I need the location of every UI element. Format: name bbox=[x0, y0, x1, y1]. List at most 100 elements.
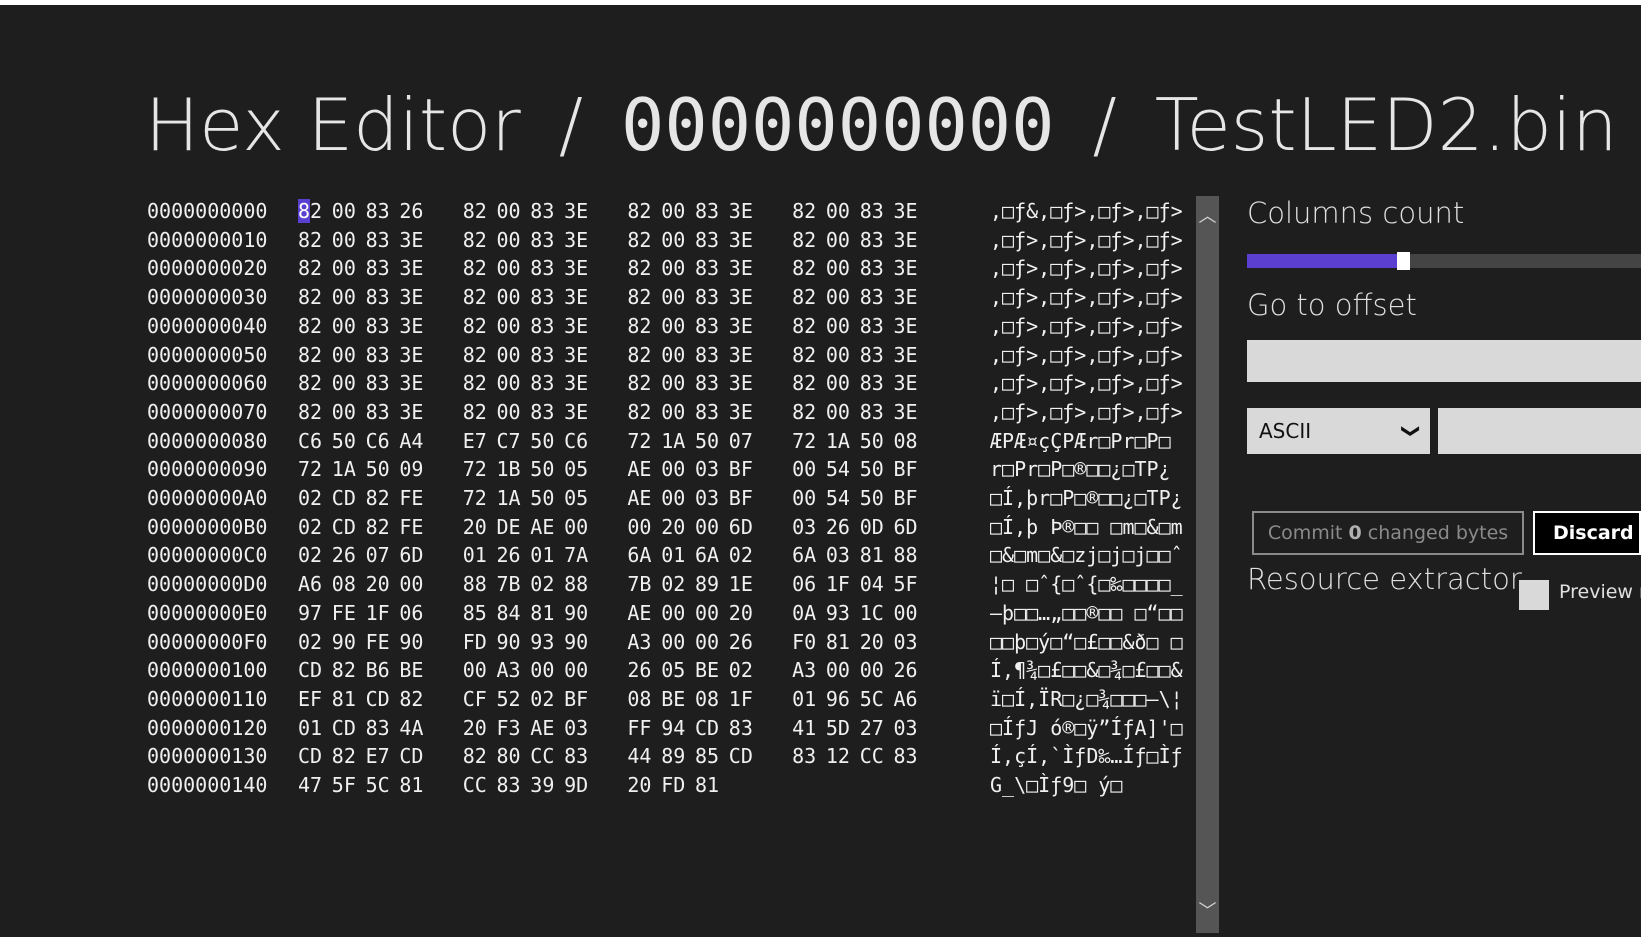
hex-byte[interactable]: 05 bbox=[564, 483, 590, 513]
discard-button[interactable]: Discard bbox=[1533, 511, 1641, 555]
hex-byte[interactable]: 84 bbox=[497, 598, 523, 628]
hex-byte[interactable]: 82 bbox=[792, 368, 818, 398]
hex-byte[interactable]: 89 bbox=[695, 569, 721, 599]
hex-byte[interactable]: 08 bbox=[332, 569, 358, 599]
hex-byte[interactable]: CF bbox=[463, 684, 489, 714]
hex-byte[interactable]: 3E bbox=[729, 368, 755, 398]
hex-byte[interactable]: 83 bbox=[530, 253, 556, 283]
hex-byte[interactable]: 05 bbox=[564, 454, 590, 484]
hex-byte[interactable]: 3E bbox=[894, 311, 920, 341]
hex-byte[interactable]: 50 bbox=[530, 426, 556, 456]
hex-byte[interactable]: 20 bbox=[366, 569, 392, 599]
hex-byte[interactable]: 01 bbox=[530, 540, 556, 570]
hex-byte[interactable]: 83 bbox=[366, 253, 392, 283]
row-ascii[interactable]: ,□ƒ>,□ƒ>,□ƒ>,□ƒ> bbox=[990, 225, 1200, 255]
hex-byte[interactable]: 03 bbox=[695, 454, 721, 484]
hex-byte[interactable]: 01 bbox=[661, 540, 687, 570]
hex-byte[interactable]: 00 bbox=[860, 655, 886, 685]
hex-byte[interactable]: 02 bbox=[298, 540, 324, 570]
hex-byte[interactable]: 83 bbox=[792, 741, 818, 771]
hex-byte[interactable]: 6A bbox=[792, 540, 818, 570]
hex-byte[interactable]: 83 bbox=[695, 368, 721, 398]
hex-byte[interactable]: 85 bbox=[463, 598, 489, 628]
hex-byte[interactable]: 83 bbox=[729, 713, 755, 743]
hex-byte[interactable]: 90 bbox=[399, 627, 425, 657]
hex-byte[interactable]: 82 bbox=[298, 397, 324, 427]
hex-byte[interactable]: A6 bbox=[894, 684, 920, 714]
hex-byte[interactable]: 82 bbox=[298, 196, 324, 226]
hex-byte[interactable]: 83 bbox=[366, 713, 392, 743]
hex-byte[interactable]: FE bbox=[399, 483, 425, 513]
hex-byte[interactable]: BF bbox=[894, 454, 920, 484]
hex-byte[interactable]: 00 bbox=[399, 569, 425, 599]
hex-byte[interactable]: 82 bbox=[366, 483, 392, 513]
hex-byte[interactable]: 50 bbox=[695, 426, 721, 456]
hex-byte[interactable]: 82 bbox=[792, 282, 818, 312]
hex-byte[interactable]: 00 bbox=[695, 512, 721, 542]
hex-byte[interactable]: 85 bbox=[695, 741, 721, 771]
hex-byte[interactable]: 82 bbox=[792, 196, 818, 226]
hex-byte[interactable]: AE bbox=[530, 713, 556, 743]
hex-byte[interactable]: 20 bbox=[860, 627, 886, 657]
hex-byte[interactable]: 00 bbox=[826, 196, 852, 226]
hex-byte[interactable]: 00 bbox=[661, 397, 687, 427]
hex-byte[interactable]: 1A bbox=[826, 426, 852, 456]
hex-byte[interactable]: 83 bbox=[530, 282, 556, 312]
hex-byte[interactable]: 83 bbox=[695, 196, 721, 226]
hex-byte[interactable]: E7 bbox=[366, 741, 392, 771]
hex-byte[interactable]: 88 bbox=[463, 569, 489, 599]
hex-byte[interactable]: AE bbox=[530, 512, 556, 542]
columns-count-slider[interactable] bbox=[1247, 252, 1641, 270]
hex-byte[interactable]: 82 bbox=[627, 340, 653, 370]
hex-byte[interactable]: 0D bbox=[860, 512, 886, 542]
hex-byte[interactable]: 20 bbox=[627, 770, 653, 800]
hex-byte[interactable]: 03 bbox=[894, 627, 920, 657]
hex-byte[interactable]: 83 bbox=[366, 225, 392, 255]
hex-byte[interactable]: 00 bbox=[894, 598, 920, 628]
go-to-offset-input[interactable] bbox=[1247, 340, 1641, 382]
hex-byte[interactable]: 00 bbox=[564, 512, 590, 542]
hex-byte[interactable]: 82 bbox=[298, 282, 324, 312]
hex-byte[interactable]: 20 bbox=[661, 512, 687, 542]
hex-byte[interactable]: 00 bbox=[463, 655, 489, 685]
hex-byte[interactable]: 3E bbox=[729, 397, 755, 427]
hex-byte[interactable]: 1F bbox=[826, 569, 852, 599]
hex-byte[interactable]: 82 bbox=[332, 741, 358, 771]
hex-byte[interactable]: 83 bbox=[860, 282, 886, 312]
hex-byte[interactable]: 72 bbox=[463, 454, 489, 484]
row-ascii[interactable]: Í‚çÍ‚`ÌƒD‰…Íƒ□Ìƒ bbox=[990, 741, 1200, 771]
hex-byte[interactable]: 3E bbox=[894, 196, 920, 226]
hex-byte[interactable]: CD bbox=[366, 684, 392, 714]
hex-byte[interactable]: 83 bbox=[860, 225, 886, 255]
row-ascii[interactable]: G_\□Ìƒ9□ ý□ bbox=[990, 770, 1200, 800]
hex-byte[interactable]: 82 bbox=[627, 225, 653, 255]
row-ascii[interactable]: □&□m□&□zj□j□j□□ˆ bbox=[990, 540, 1200, 570]
hex-byte[interactable]: 50 bbox=[332, 426, 358, 456]
hex-byte[interactable]: FD bbox=[463, 627, 489, 657]
hex-byte[interactable]: 00 bbox=[497, 196, 523, 226]
hex-byte[interactable]: 83 bbox=[530, 340, 556, 370]
hex-byte[interactable]: 82 bbox=[627, 253, 653, 283]
hex-byte[interactable]: 83 bbox=[366, 196, 392, 226]
hex-byte[interactable]: 00 bbox=[695, 627, 721, 657]
hex-byte[interactable]: FD bbox=[661, 770, 687, 800]
hex-byte[interactable]: EF bbox=[298, 684, 324, 714]
breadcrumb-file-name[interactable]: TestLED2.bin bbox=[1155, 83, 1618, 167]
hex-byte[interactable]: FE bbox=[366, 627, 392, 657]
hex-byte[interactable]: 83 bbox=[695, 397, 721, 427]
hex-byte[interactable]: 82 bbox=[298, 311, 324, 341]
hex-byte[interactable]: 3E bbox=[894, 253, 920, 283]
hex-byte[interactable]: 1A bbox=[332, 454, 358, 484]
hex-byte[interactable]: BF bbox=[729, 454, 755, 484]
hex-byte[interactable]: 1F bbox=[366, 598, 392, 628]
hex-byte[interactable]: 26 bbox=[627, 655, 653, 685]
hex-byte[interactable]: 00 bbox=[497, 311, 523, 341]
hex-byte[interactable]: 83 bbox=[860, 253, 886, 283]
hex-byte[interactable]: 82 bbox=[298, 368, 324, 398]
encoding-select[interactable]: ASCII ❯ bbox=[1247, 408, 1430, 454]
hex-byte[interactable]: 39 bbox=[530, 770, 556, 800]
hex-byte[interactable]: F3 bbox=[497, 713, 523, 743]
hex-byte[interactable]: 83 bbox=[860, 340, 886, 370]
hex-byte[interactable]: 00 bbox=[661, 196, 687, 226]
hex-byte[interactable]: 82 bbox=[463, 225, 489, 255]
